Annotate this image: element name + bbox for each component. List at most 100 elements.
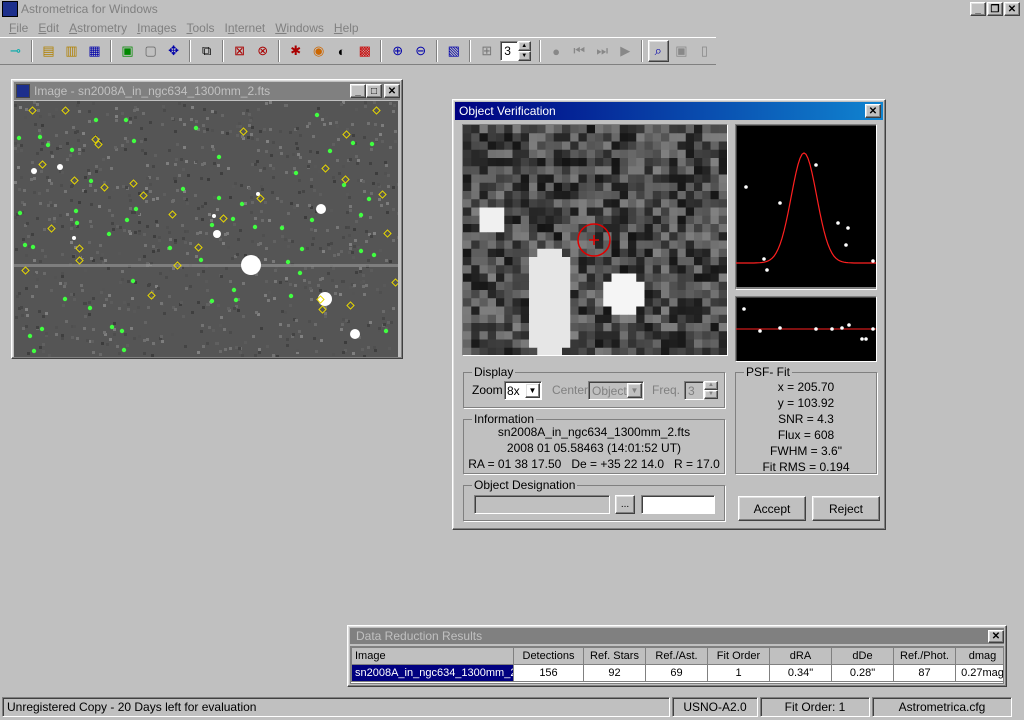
psf-snr: SNR = 4.3 — [778, 412, 834, 426]
table-cell-5: 0.34" — [769, 664, 832, 682]
psf-x: x = 205.70 — [777, 380, 835, 394]
data-reduction-results-window: Data Reduction Results ✕ Image Detections… — [347, 625, 1007, 687]
info-filename: sn2008A_in_ngc634_1300mm_2.fts — [497, 425, 691, 439]
menu-images[interactable]: Images — [132, 21, 181, 35]
zoom-out-icon[interactable]: ⊖ — [410, 40, 431, 62]
column-header-7[interactable]: Ref./Phot. — [893, 647, 956, 665]
menu-edit[interactable]: Edit — [33, 21, 64, 35]
status-fit-order: Fit Order: 1 — [760, 697, 870, 717]
psf-flux: Flux = 608 — [777, 428, 835, 442]
menu-astrometry[interactable]: Astrometry — [64, 21, 132, 35]
record-icon[interactable]: ● — [546, 40, 567, 62]
table-cell-7: 87 — [893, 664, 956, 682]
column-header-3[interactable]: Ref./Ast. — [645, 647, 708, 665]
zoom-select[interactable]: 8x ▼ — [504, 381, 542, 400]
previous-frame-icon[interactable]: ⏮ — [569, 40, 590, 62]
invert-icon[interactable]: ◐ — [331, 40, 352, 62]
column-header-5[interactable]: dRA — [769, 647, 832, 665]
psf-profile-plot — [735, 124, 877, 290]
measure-icon[interactable]: ▣ — [671, 40, 692, 62]
mpc-report-icon[interactable]: ▯ — [694, 40, 715, 62]
table-cell-1: 156 — [513, 664, 584, 682]
star-catalog-icon[interactable]: ✥ — [163, 40, 184, 62]
column-header-1[interactable]: Detections — [513, 647, 584, 665]
track-icon[interactable]: ⊞ — [476, 40, 497, 62]
data-reduction-icon[interactable]: ⊠ — [229, 40, 250, 62]
psf-fit-group: PSF- Fit x = 205.70 y = 103.92 SNR = 4.3… — [735, 365, 877, 474]
column-header-4[interactable]: Fit Order — [707, 647, 770, 665]
close-icon[interactable]: ✕ — [865, 104, 881, 118]
frame-count-field[interactable]: 3 — [500, 41, 518, 61]
column-header-2[interactable]: Ref. Stars — [583, 647, 646, 665]
table-cell-4: 1 — [707, 664, 770, 682]
blink-icon[interactable]: ✱ — [285, 40, 306, 62]
freq-field[interactable]: 3 — [684, 381, 704, 400]
close-icon[interactable]: ✕ — [1004, 2, 1020, 16]
center-select[interactable]: Object ▼ — [588, 381, 644, 400]
dialog-title: Object Verification — [459, 104, 556, 118]
restore-icon[interactable]: ❐ — [987, 2, 1003, 16]
results-title: Data Reduction Results — [356, 629, 483, 643]
results-table: Image Detections Ref. Stars Ref./Ast. Fit Or… — [351, 647, 1003, 682]
frame-count-value: 3 — [504, 44, 511, 58]
menu-help[interactable]: Help — [329, 21, 364, 35]
menu-internet[interactable]: Internet — [219, 21, 270, 35]
accept-button[interactable]: Accept — [738, 496, 806, 521]
freq-value: 3 — [688, 383, 695, 398]
browse-designation-button[interactable]: ... — [615, 495, 635, 514]
find-object-icon[interactable]: ⌕ — [647, 40, 669, 62]
status-catalog-text: USNO-A2.0 — [683, 700, 747, 714]
spin-up-icon[interactable]: ▲ — [517, 41, 531, 51]
delete-reduction-icon[interactable]: ⊗ — [252, 40, 273, 62]
designation-input[interactable] — [474, 495, 610, 514]
open-images-icon[interactable]: ▥ — [61, 40, 82, 62]
reject-button[interactable]: Reject — [812, 496, 880, 521]
spin-up-icon[interactable]: ▲ — [704, 381, 718, 390]
minimize-icon[interactable]: _ — [350, 84, 366, 98]
column-header-8[interactable]: dmag — [955, 647, 1003, 665]
psf-fit-group-label: PSF- Fit — [744, 365, 792, 379]
chevron-down-icon[interactable]: ▼ — [627, 383, 642, 398]
app-title-bar: Astrometrica for Windows _ ❐ ✕ — [0, 0, 1024, 18]
open-image-icon[interactable]: ▤ — [38, 40, 59, 62]
spin-down-icon[interactable]: ▼ — [704, 390, 718, 399]
maximize-icon[interactable]: □ — [366, 84, 382, 98]
psf-curve — [736, 152, 876, 289]
zoom-in-icon[interactable]: ⊕ — [387, 40, 408, 62]
zoom-view[interactable] — [462, 124, 728, 356]
color-icon[interactable]: ◉ — [308, 40, 329, 62]
close-icon[interactable]: ✕ — [988, 629, 1004, 643]
play-frames-icon[interactable]: ⏭ — [592, 40, 613, 62]
dark-frame-icon[interactable]: ▣ — [117, 40, 138, 62]
image-info-icon[interactable]: ⧉ — [196, 40, 217, 62]
status-message: Unregistered Copy - 20 Days left for eva… — [2, 697, 670, 717]
status-fit-order-text: Fit Order: 1 — [784, 700, 846, 714]
status-message-text: Unregistered Copy - 20 Days left for eva… — [7, 700, 257, 714]
frame-count-spinner[interactable]: ▲ ▼ — [517, 41, 531, 61]
menu-file[interactable]: File — [4, 21, 33, 35]
column-header-6[interactable]: dDe — [831, 647, 894, 665]
spin-down-icon[interactable]: ▼ — [517, 51, 531, 61]
results-title-bar: Data Reduction Results ✕ — [350, 628, 1004, 644]
menu-windows[interactable]: Windows — [270, 21, 329, 35]
chevron-down-icon[interactable]: ▼ — [525, 383, 540, 398]
pattern-icon[interactable]: ▩ — [354, 40, 375, 62]
settings-icon[interactable]: ⊸ — [5, 40, 26, 62]
close-icon[interactable]: ✕ — [384, 84, 400, 98]
designation-group: Object Designation ... — [463, 478, 725, 521]
astro-image[interactable] — [14, 101, 398, 357]
image-window-title: Image - sn2008A_in_ngc634_1300mm_2.fts — [34, 84, 271, 98]
table-row[interactable]: sn2008A_in_ngc634_1300mm_2. 156 92 69 1 0.34"… — [351, 664, 1003, 682]
app-icon — [2, 1, 18, 17]
stack-icon[interactable]: ▧ — [443, 40, 464, 62]
designation-code-input[interactable] — [641, 495, 715, 514]
load-catalog-icon[interactable]: ▦ — [84, 40, 105, 62]
column-header-0[interactable]: Image — [351, 647, 514, 665]
center-value: Object — [592, 383, 627, 398]
minimize-icon[interactable]: _ — [970, 2, 986, 16]
menu-tools[interactable]: Tools — [181, 21, 219, 35]
next-frame-icon[interactable]: ▶ — [615, 40, 636, 62]
table-cell-8: 0.27mag — [955, 664, 1003, 682]
flat-field-icon[interactable]: ▢ — [140, 40, 161, 62]
freq-spinner[interactable]: ▲ ▼ — [704, 381, 718, 399]
